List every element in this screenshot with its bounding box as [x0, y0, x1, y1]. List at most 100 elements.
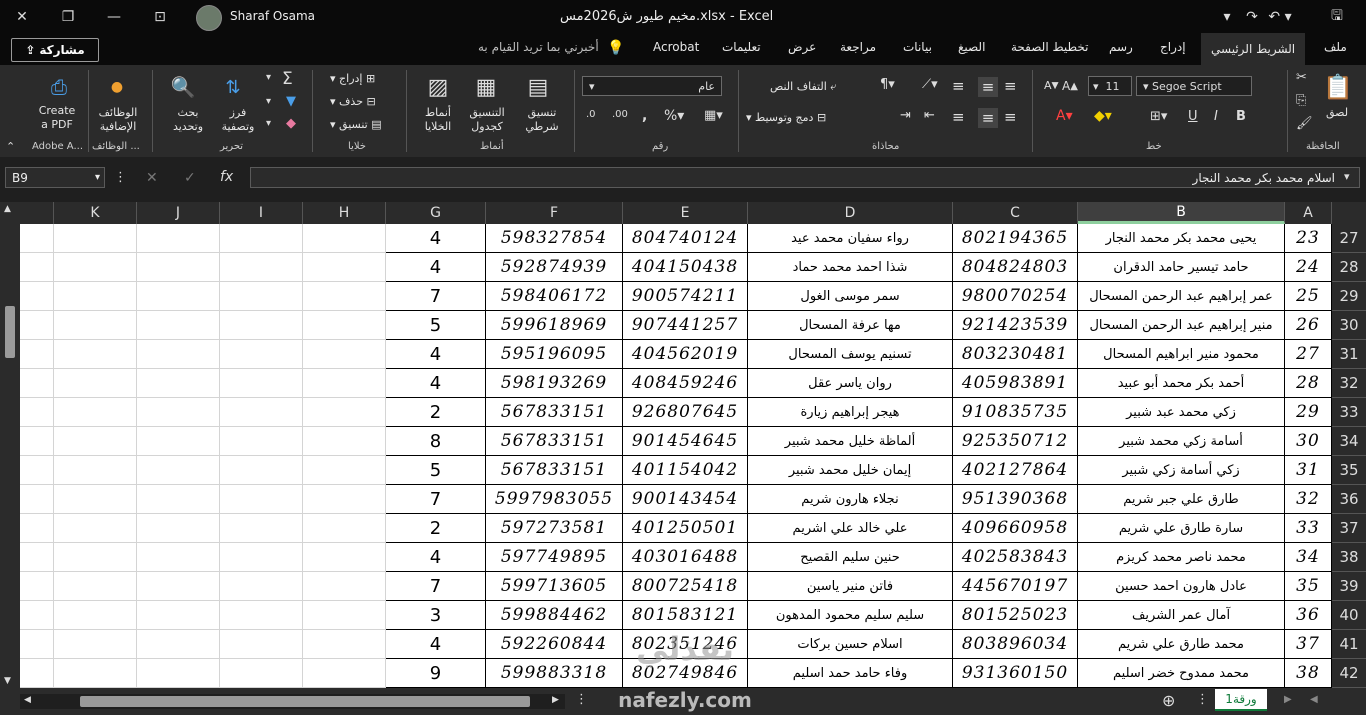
- cell-empty[interactable]: [303, 340, 386, 369]
- cell-empty[interactable]: [220, 340, 303, 369]
- cell-empty[interactable]: [220, 456, 303, 485]
- tell-me-box[interactable]: أخبرني بما تريد القيام به: [478, 40, 599, 54]
- tab-help[interactable]: تعليمات: [722, 40, 761, 54]
- cell-empty[interactable]: [303, 398, 386, 427]
- cell-d[interactable]: علي خالد علي اشريم: [748, 514, 953, 543]
- share-button[interactable]: ⇪ مشاركة: [11, 38, 99, 62]
- more-icon[interactable]: ⋮: [1196, 692, 1209, 707]
- cell-empty[interactable]: [137, 253, 220, 282]
- cell-f[interactable]: 595196095: [486, 340, 623, 369]
- collapse-ribbon-icon[interactable]: ⌃: [6, 140, 15, 153]
- cell-empty[interactable]: [20, 514, 54, 543]
- cell-e[interactable]: 800725418: [623, 572, 748, 601]
- cell-c[interactable]: 445670197: [953, 572, 1078, 601]
- find-select-label[interactable]: بحث وتحديد: [168, 106, 208, 134]
- cell-d[interactable]: سمر موسى الغول: [748, 282, 953, 311]
- format-as-table-icon[interactable]: ▦: [470, 72, 502, 102]
- number-format-select[interactable]: ▾ عام: [582, 76, 722, 96]
- cell-a[interactable]: 34: [1285, 543, 1332, 572]
- create-pdf-label[interactable]: Create a PDF: [34, 104, 80, 132]
- cell-empty[interactable]: [54, 514, 137, 543]
- cell-g[interactable]: 5: [386, 311, 486, 340]
- cell-empty[interactable]: [220, 311, 303, 340]
- cell-a[interactable]: 23: [1285, 224, 1332, 253]
- cell-a[interactable]: 30: [1285, 427, 1332, 456]
- cell-d[interactable]: حنين سليم القصيح: [748, 543, 953, 572]
- row-header[interactable]: 30: [1332, 311, 1366, 340]
- cell-empty[interactable]: [137, 224, 220, 253]
- cell-empty[interactable]: [220, 224, 303, 253]
- tab-review[interactable]: مراجعة: [840, 40, 876, 54]
- cell-d[interactable]: وفاء حامد حمد اسليم: [748, 659, 953, 688]
- format-painter-icon[interactable]: 🖌: [1296, 116, 1313, 131]
- decrease-indent-icon[interactable]: ⇤: [924, 108, 935, 123]
- cell-a[interactable]: 37: [1285, 630, 1332, 659]
- cell-empty[interactable]: [303, 659, 386, 688]
- cell-e[interactable]: 900143454: [623, 485, 748, 514]
- cell-a[interactable]: 28: [1285, 369, 1332, 398]
- cell-e[interactable]: 926807645: [623, 398, 748, 427]
- cell-b[interactable]: أسامة زكي محمد شبير: [1078, 427, 1285, 456]
- column-header-j[interactable]: J: [137, 202, 220, 224]
- cell-empty[interactable]: [303, 224, 386, 253]
- sort-filter-icon[interactable]: ⇅: [216, 72, 250, 102]
- cell-g[interactable]: 4: [386, 543, 486, 572]
- cell-e[interactable]: 900574211: [623, 282, 748, 311]
- scroll-left-icon[interactable]: ◀: [24, 695, 31, 705]
- find-select-icon[interactable]: 🔍: [166, 72, 200, 102]
- cell-empty[interactable]: [20, 543, 54, 572]
- cell-g[interactable]: 3: [386, 601, 486, 630]
- row-header[interactable]: 27: [1332, 224, 1366, 253]
- cell-empty[interactable]: [220, 630, 303, 659]
- cell-empty[interactable]: [220, 601, 303, 630]
- align-left-icon[interactable]: ≡: [952, 108, 965, 126]
- cell-empty[interactable]: [137, 514, 220, 543]
- tab-draw[interactable]: رسم: [1109, 40, 1133, 54]
- borders-icon[interactable]: ⊞▾: [1150, 109, 1167, 124]
- cell-d[interactable]: مها عرفة المسحال: [748, 311, 953, 340]
- cell-g[interactable]: 2: [386, 514, 486, 543]
- cell-b[interactable]: يحيى محمد بكر محمد النجار: [1078, 224, 1285, 253]
- row-header[interactable]: 39: [1332, 572, 1366, 601]
- cell-c[interactable]: 802194365: [953, 224, 1078, 253]
- cell-empty[interactable]: [220, 282, 303, 311]
- cell-empty[interactable]: [20, 485, 54, 514]
- cell-empty[interactable]: [220, 572, 303, 601]
- cell-empty[interactable]: [54, 630, 137, 659]
- cell-empty[interactable]: [137, 601, 220, 630]
- copy-icon[interactable]: ⎘: [1296, 93, 1306, 108]
- autosum-icon[interactable]: Σ: [282, 69, 293, 89]
- name-box[interactable]: B9 ▾: [5, 167, 105, 188]
- cell-d[interactable]: تسنيم يوسف المسحال: [748, 340, 953, 369]
- row-header[interactable]: 31: [1332, 340, 1366, 369]
- cell-empty[interactable]: [20, 601, 54, 630]
- delete-cells-button[interactable]: ▾ حذف ⊟: [330, 95, 376, 108]
- font-color-icon[interactable]: A▾: [1056, 108, 1073, 124]
- horizontal-scroll-thumb[interactable]: [80, 696, 530, 707]
- cell-empty[interactable]: [137, 630, 220, 659]
- cell-g[interactable]: 7: [386, 282, 486, 311]
- cell-empty[interactable]: [220, 514, 303, 543]
- cell-empty[interactable]: [54, 253, 137, 282]
- orientation-icon[interactable]: ⟋▾: [922, 77, 938, 92]
- bold-icon[interactable]: B: [1236, 109, 1246, 124]
- cell-c[interactable]: 402583843: [953, 543, 1078, 572]
- cell-c[interactable]: 951390368: [953, 485, 1078, 514]
- tab-view[interactable]: عرض: [788, 40, 816, 54]
- column-header-k[interactable]: K: [54, 202, 137, 224]
- vertical-scrollbar[interactable]: [0, 202, 20, 690]
- cell-empty[interactable]: [54, 311, 137, 340]
- column-header-e[interactable]: E: [623, 202, 748, 224]
- decrease-decimal-icon[interactable]: .0: [586, 109, 596, 120]
- cell-empty[interactable]: [54, 224, 137, 253]
- cell-b[interactable]: منير إبراهيم عبد الرحمن المسحال: [1078, 311, 1285, 340]
- cell-empty[interactable]: [137, 659, 220, 688]
- tab-home[interactable]: الشريط الرئيسي: [1201, 33, 1306, 67]
- cell-b[interactable]: أحمد بكر محمد أبو عبيد: [1078, 369, 1285, 398]
- cell-c[interactable]: 405983891: [953, 369, 1078, 398]
- cell-d[interactable]: إيمان خليل محمد شبير: [748, 456, 953, 485]
- cell-empty[interactable]: [20, 398, 54, 427]
- cell-empty[interactable]: [303, 311, 386, 340]
- cell-c[interactable]: 409660958: [953, 514, 1078, 543]
- cell-e[interactable]: 404150438: [623, 253, 748, 282]
